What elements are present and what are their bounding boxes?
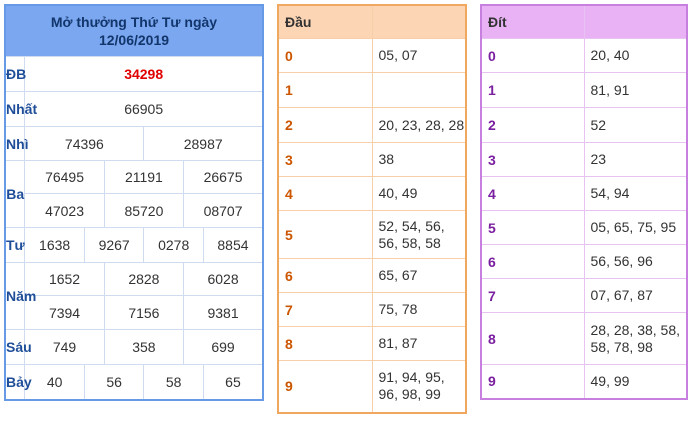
results-title-line1: Mở thưởng Thứ Tư ngày [50, 14, 218, 30]
prize-tu-value: 1638 [24, 227, 85, 263]
prize-nhi-value: 74396 [24, 126, 145, 161]
dau-values: 40, 49 [371, 176, 467, 211]
prize-ba-value: 85720 [103, 193, 185, 228]
dau-digit: 7 [277, 292, 373, 327]
prize-tu-label: Tư [4, 227, 26, 263]
prize-ba-value: 76495 [24, 160, 105, 194]
dau-digit: 3 [277, 142, 373, 177]
dit-values: 54, 94 [583, 176, 688, 211]
dit-table: Đít 0 20, 40 1 81, 91 2 52 3 23 4 54, 94 5 05,… [480, 4, 688, 400]
dit-values: 56, 56, 96 [583, 244, 688, 279]
prize-sau-value: 358 [103, 329, 185, 365]
prize-nam-label: Năm [4, 262, 36, 330]
prize-nam-value: 7156 [103, 295, 185, 330]
dau-digit: 1 [277, 72, 373, 108]
dit-header: Đít [480, 4, 585, 39]
prize-tu-value: 0278 [143, 227, 204, 263]
dit-header-values [583, 4, 688, 39]
results-table: Mở thưởng Thứ Tư ngày 12/06/2019 ĐB 3429… [4, 4, 264, 401]
prize-db-value: 34298 [24, 56, 264, 92]
prize-nam-value: 1652 [24, 262, 105, 296]
prize-bay-value: 40 [24, 364, 85, 400]
prize-ba-value: 47023 [24, 193, 105, 228]
dau-digit: 6 [277, 258, 373, 293]
dau-digit: 2 [277, 107, 373, 143]
prize-db-label: ĐB [4, 56, 26, 92]
dau-digit: 8 [277, 326, 373, 361]
dau-values [371, 72, 467, 108]
dau-values: 20, 23, 28, 28 [371, 107, 467, 143]
prize-bay-label: Bảy [4, 364, 32, 400]
prize-nhat-label: Nhất [4, 91, 37, 127]
dau-table: Đầu 0 05, 07 1 2 20, 23, 28, 28 3 38 4 40, 4… [277, 4, 467, 414]
dau-digit: 4 [277, 176, 373, 211]
dit-digit: 5 [480, 210, 585, 245]
dau-digit: 0 [277, 38, 373, 73]
dit-digit: 4 [480, 176, 585, 211]
dau-values: 65, 67 [371, 258, 467, 293]
prize-nhat-value: 66905 [24, 91, 264, 127]
prize-ba-label: Ba [4, 160, 26, 228]
dit-values: 20, 40 [583, 38, 688, 73]
dau-digit: 9 [277, 360, 373, 413]
prize-bay-value: 58 [143, 364, 204, 400]
prize-nam-value: 7394 [24, 295, 105, 330]
prize-tu-value: 8854 [202, 227, 264, 263]
prize-sau-label: Sáu [4, 329, 32, 365]
prize-ba-value: 08707 [183, 193, 264, 228]
prize-bay-value: 65 [202, 364, 264, 400]
results-title-date: 12/06/2019 [98, 32, 170, 48]
dit-digit: 2 [480, 107, 585, 143]
dau-digit: 5 [277, 210, 373, 259]
dau-values: 81, 87 [371, 326, 467, 361]
dau-values: 52, 54, 56, 56, 58, 58 [371, 210, 467, 259]
prize-nhi-label: Nhì [4, 126, 29, 161]
dit-digit: 3 [480, 142, 585, 177]
dau-values: 38 [371, 142, 467, 177]
dau-values: 05, 07 [371, 38, 467, 73]
dit-values: 07, 67, 87 [583, 278, 688, 313]
dau-values: 91, 94, 95, 96, 98, 99 [371, 360, 467, 413]
dit-digit: 7 [480, 278, 585, 313]
dit-digit: 9 [480, 364, 585, 399]
dit-digit: 1 [480, 72, 585, 108]
prize-ba-value: 26675 [183, 160, 264, 194]
prize-tu-value: 9267 [83, 227, 145, 263]
prize-nam-value: 2828 [103, 262, 185, 296]
dau-values: 75, 78 [371, 292, 467, 327]
prize-nam-value: 9381 [183, 295, 264, 330]
dit-values: 23 [583, 142, 688, 177]
dit-digit: 6 [480, 244, 585, 279]
dit-values: 81, 91 [583, 72, 688, 108]
dit-values: 05, 65, 75, 95 [583, 210, 688, 245]
dit-digit: 0 [480, 38, 585, 73]
prize-ba-value: 21191 [103, 160, 185, 194]
prize-bay-value: 56 [83, 364, 145, 400]
prize-nam-value: 6028 [183, 262, 264, 296]
results-title: Mở thưởng Thứ Tư ngày 12/06/2019 [4, 4, 264, 57]
dit-values: 49, 99 [583, 364, 688, 399]
dau-header-values [371, 4, 467, 39]
dau-header: Đầu [277, 4, 373, 39]
prize-sau-value: 699 [183, 329, 264, 365]
dit-values: 28, 28, 38, 58, 58, 78, 98 [583, 312, 688, 365]
prize-sau-value: 749 [24, 329, 105, 365]
prize-nhi-value: 28987 [143, 126, 264, 161]
dit-values: 52 [583, 107, 688, 143]
dit-digit: 8 [480, 312, 585, 365]
